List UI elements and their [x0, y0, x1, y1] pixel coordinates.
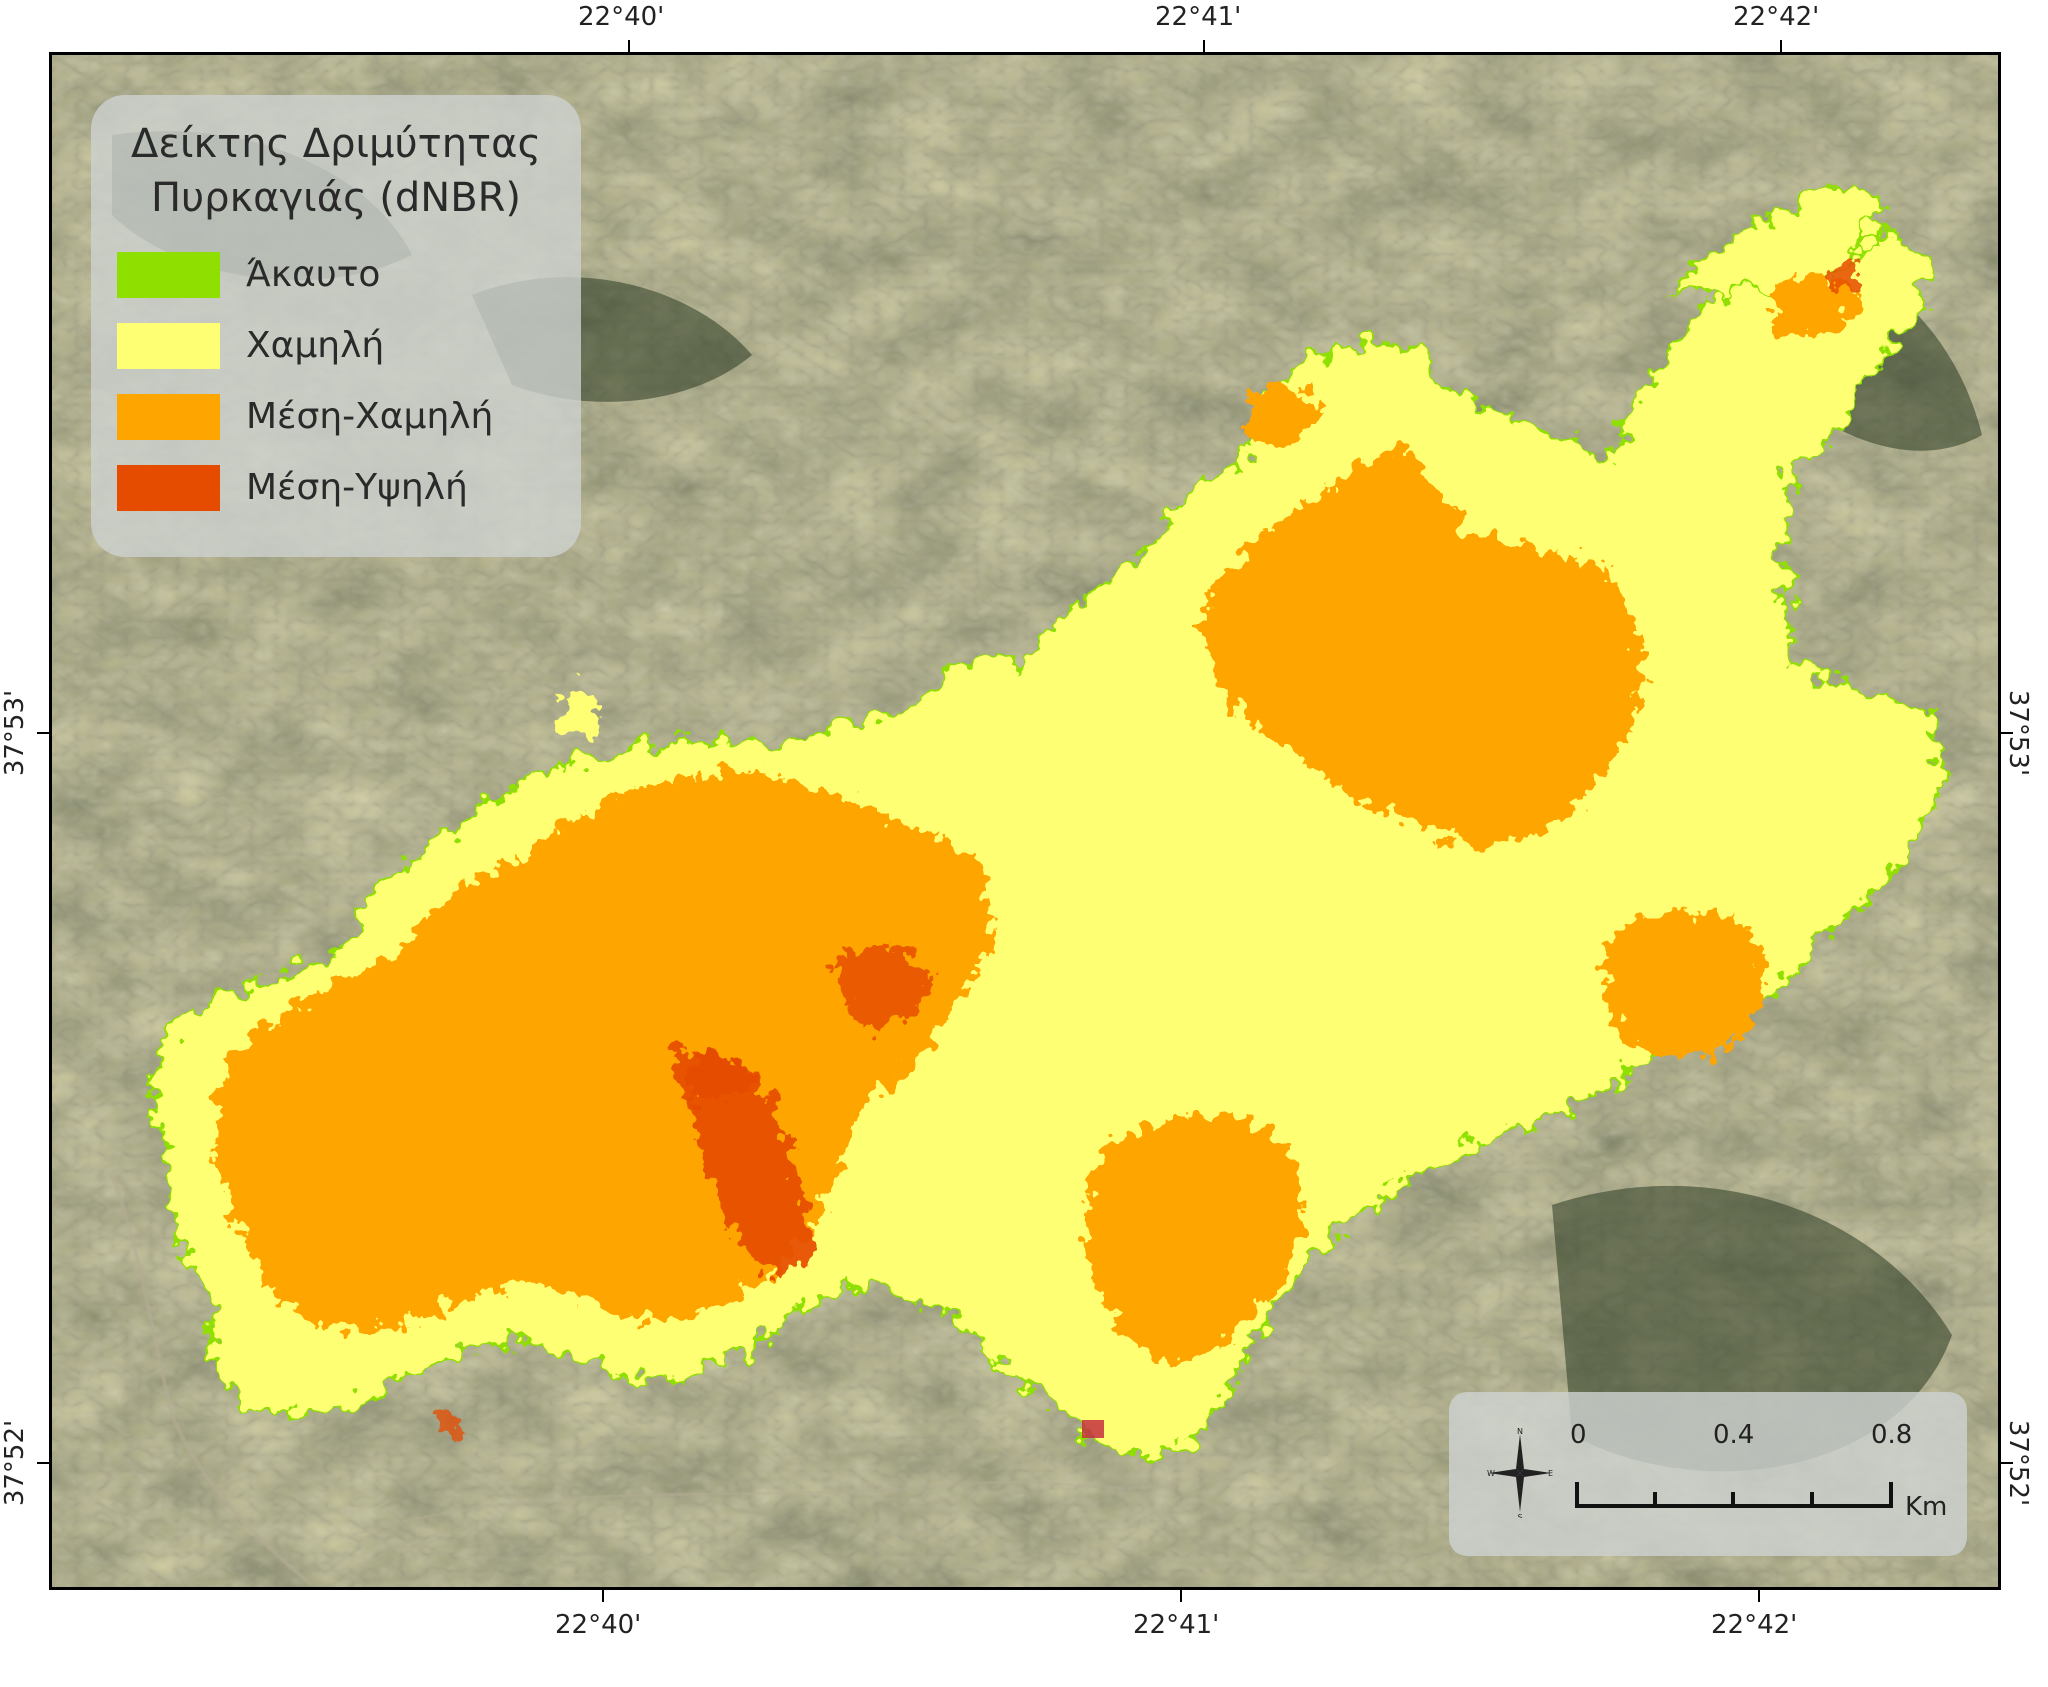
- lat-label-right-1: 37°53': [2003, 689, 2034, 777]
- tick-top-2: [1203, 40, 1205, 52]
- legend-item-low: Χαμηλή: [117, 310, 555, 381]
- swatch-unburned: [117, 251, 220, 298]
- legend-item-moderate-high: Μέση-Υψηλή: [117, 452, 555, 523]
- scale-bar-panel: N S W E 0 0.4 0.8 Km: [1449, 1392, 1967, 1556]
- compass-s: S: [1517, 1513, 1522, 1518]
- rooftop-feature: [1082, 1420, 1104, 1438]
- legend-item-unburned: Άκαυτο: [117, 239, 555, 310]
- lon-label-top-1: 22°40': [578, 2, 665, 32]
- swatch-moderate-high: [117, 464, 220, 511]
- compass-n: N: [1517, 1428, 1523, 1436]
- scale-bar: [1575, 1482, 1893, 1508]
- lat-label-right-2: 37°52': [2003, 1419, 2034, 1507]
- lon-label-bottom-2: 22°41': [1133, 1610, 1220, 1640]
- tick-bottom-1: [602, 1590, 604, 1602]
- legend-title: Δείκτης Δριμύτητας Πυρκαγιάς (dNBR): [131, 121, 541, 221]
- scale-label-0-8: 0.8: [1871, 1420, 1913, 1450]
- tick-top-1: [628, 40, 630, 52]
- lat-label-left-2: 37°52': [0, 1419, 31, 1507]
- scale-unit: Km: [1905, 1492, 1948, 1522]
- compass-w: W: [1487, 1469, 1495, 1478]
- lon-label-top-2: 22°41': [1155, 2, 1242, 32]
- lon-label-top-3: 22°42': [1733, 2, 1820, 32]
- scale-label-0-4: 0.4: [1713, 1420, 1755, 1450]
- legend-label-low: Χαμηλή: [246, 325, 385, 366]
- north-arrow-icon: N S W E: [1487, 1428, 1553, 1518]
- lon-label-bottom-3: 22°42': [1711, 1610, 1798, 1640]
- legend-label-moderate-low: Μέση-Χαμηλή: [246, 396, 494, 437]
- lon-label-bottom-1: 22°40': [555, 1610, 642, 1640]
- lat-label-left-1: 37°53': [0, 689, 31, 777]
- legend-label-unburned: Άκαυτο: [246, 254, 381, 295]
- swatch-low: [117, 322, 220, 369]
- legend-item-moderate-low: Μέση-Χαμηλή: [117, 381, 555, 452]
- legend-label-moderate-high: Μέση-Υψηλή: [246, 467, 468, 508]
- tick-left-2: [37, 1462, 49, 1464]
- tick-top-3: [1780, 40, 1782, 52]
- tick-left-1: [37, 732, 49, 734]
- legend-panel: Δείκτης Δριμύτητας Πυρκαγιάς (dNBR) Άκαυ…: [91, 95, 581, 557]
- tick-bottom-2: [1180, 1590, 1182, 1602]
- compass-e: E: [1548, 1469, 1553, 1478]
- swatch-moderate-low: [117, 393, 220, 440]
- tick-bottom-3: [1758, 1590, 1760, 1602]
- scale-label-0: 0: [1570, 1420, 1587, 1450]
